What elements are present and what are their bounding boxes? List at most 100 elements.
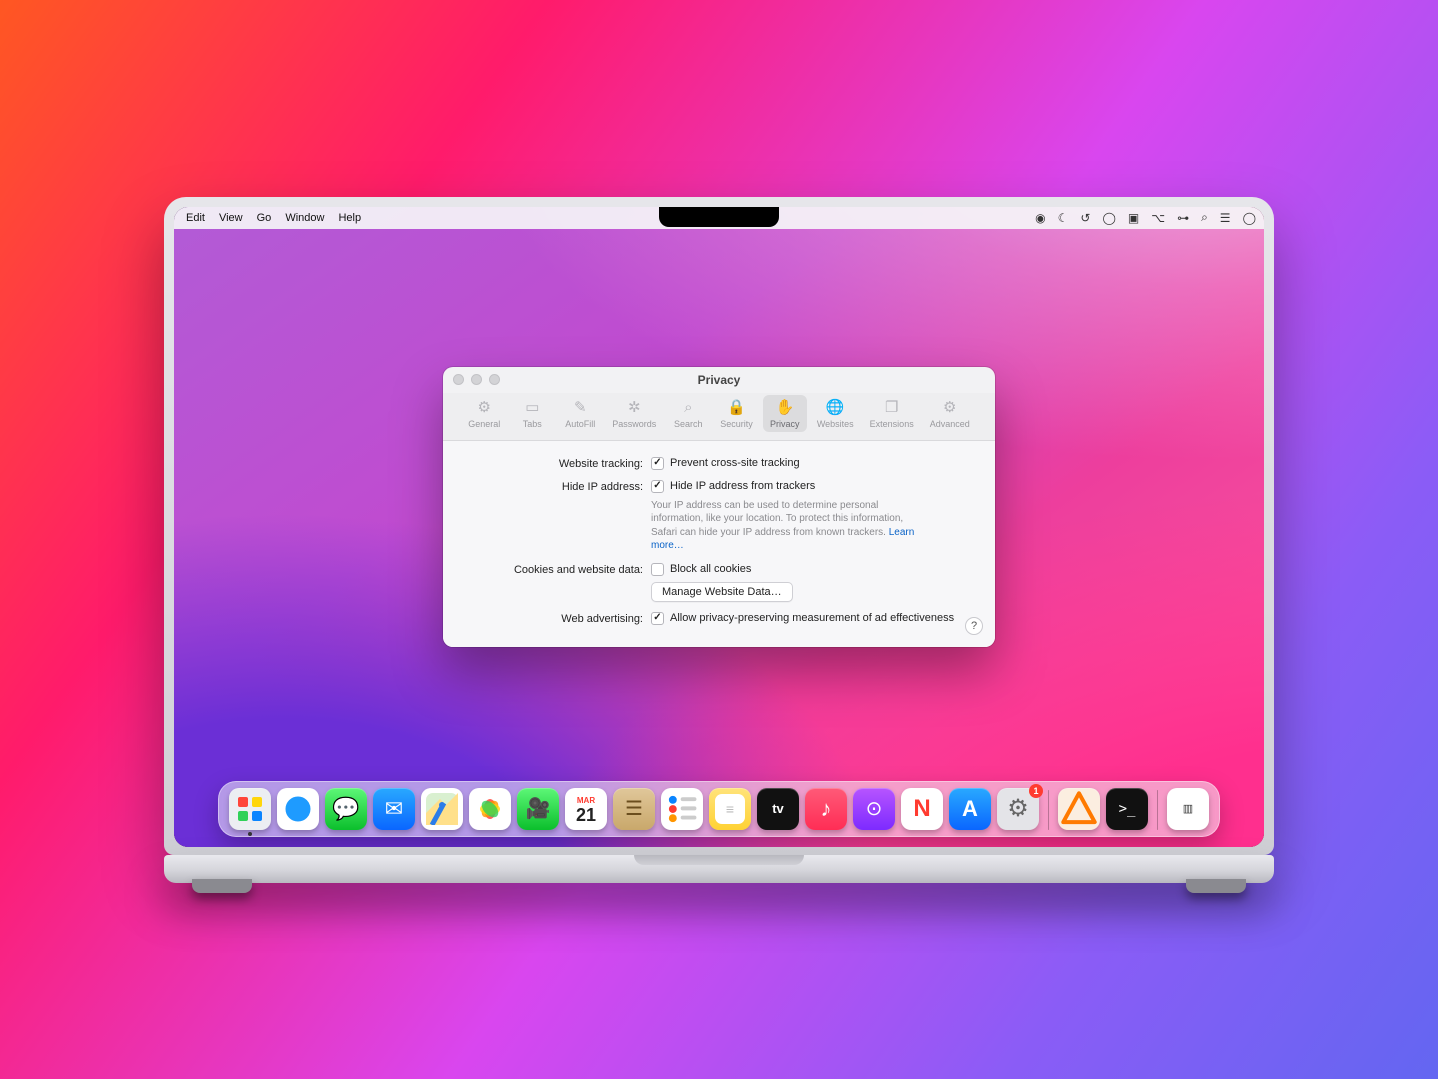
photos-icon — [474, 793, 506, 825]
dock-podcasts[interactable]: ⊙ — [853, 788, 895, 830]
checkbox-label-allow-ad-measurement: Allow privacy-preserving measurement of … — [670, 612, 954, 624]
dock-terminal[interactable]: >_ — [1106, 788, 1148, 830]
menu-help[interactable]: Help — [338, 212, 361, 224]
status-user-icon[interactable]: ◯ — [1102, 211, 1115, 225]
safari-preferences-window: Privacy ⚙ General ▭ Tabs ✎ AutoFill — [443, 367, 995, 647]
help-button[interactable]: ? — [965, 617, 983, 635]
dock-divider — [1048, 790, 1049, 830]
mail-icon: ✉︎ — [385, 796, 403, 822]
dock-launchpad[interactable] — [229, 788, 271, 830]
dock-contacts[interactable]: ☰ — [613, 788, 655, 830]
calendar-month-label: MAR — [577, 797, 595, 805]
reminders-icon — [661, 788, 703, 830]
dock-notes[interactable]: ≡ — [709, 788, 751, 830]
status-stage-icon[interactable]: ▣ — [1128, 211, 1139, 225]
dock-maps[interactable] — [421, 788, 463, 830]
manage-website-data-button[interactable]: Manage Website Data… — [651, 582, 793, 602]
hand-icon: ✋ — [775, 399, 794, 417]
news-icon: N — [913, 795, 930, 823]
status-wifi-icon[interactable]: ⊶ — [1177, 211, 1189, 225]
window-titlebar[interactable]: Privacy — [443, 367, 995, 393]
tab-advanced[interactable]: ⚙ Advanced — [924, 395, 976, 432]
notes-icon: ≡ — [715, 794, 745, 824]
tab-extensions[interactable]: ❐ Extensions — [864, 395, 920, 432]
checkbox-label-block-all-cookies: Block all cookies — [670, 563, 751, 575]
screen: Edit View Go Window Help ◉ ☾ ↺ ◯ ▣ ⌥ ⊶ ⌕… — [174, 207, 1264, 847]
dock-cleanmymac[interactable] — [1058, 788, 1100, 830]
display-notch — [659, 207, 779, 227]
tab-tabs[interactable]: ▭ Tabs — [510, 395, 554, 432]
puzzle-icon: ❐ — [885, 399, 898, 417]
calendar-day-label: 21 — [576, 806, 596, 824]
cleanmymac-icon — [1058, 788, 1100, 830]
tab-search[interactable]: ⌕ Search — [666, 395, 710, 432]
status-record-icon[interactable]: ◉ — [1035, 211, 1045, 225]
label-website-tracking: Website tracking: — [461, 457, 651, 470]
checkbox-prevent-cross-site-tracking[interactable] — [651, 457, 664, 470]
preferences-content: Website tracking: Prevent cross-site tra… — [443, 441, 995, 647]
status-control-icon[interactable]: ⌥ — [1151, 211, 1165, 225]
status-siri-icon[interactable]: ◯ — [1243, 211, 1256, 225]
status-search-icon[interactable]: ⌕ — [1201, 210, 1208, 225]
label-web-advertising: Web advertising: — [461, 612, 651, 625]
dock-divider-2 — [1157, 790, 1158, 830]
status-timemachine-icon[interactable]: ↺ — [1080, 211, 1090, 225]
status-dnd-icon[interactable]: ☾ — [1058, 211, 1069, 225]
contacts-icon: ☰ — [625, 796, 643, 821]
search-icon: ⌕ — [684, 399, 692, 417]
laptop-foot-right — [1186, 879, 1246, 893]
settings-badge: 1 — [1029, 784, 1043, 798]
globe-icon: 🌐 — [826, 399, 845, 417]
laptop-mockup: Edit View Go Window Help ◉ ☾ ↺ ◯ ▣ ⌥ ⊶ ⌕… — [164, 197, 1274, 883]
menu-edit[interactable]: Edit — [186, 212, 205, 224]
maps-icon — [426, 793, 458, 825]
label-cookies: Cookies and website data: — [461, 563, 651, 576]
tab-passwords[interactable]: ✲ Passwords — [606, 395, 662, 432]
dock-facetime[interactable]: 🎥 — [517, 788, 559, 830]
dock-container: 💬 ✉︎ — [174, 781, 1264, 837]
row-cookies: Cookies and website data: Block all cook… — [461, 563, 977, 602]
menu-go[interactable]: Go — [257, 212, 272, 224]
dock-music[interactable]: ♪ — [805, 788, 847, 830]
dock-news[interactable]: N — [901, 788, 943, 830]
dock: 💬 ✉︎ — [218, 781, 1220, 837]
dock-mail[interactable]: ✉︎ — [373, 788, 415, 830]
laptop-base — [164, 855, 1274, 883]
checkbox-label-hide-ip-from-trackers: Hide IP address from trackers — [670, 480, 815, 492]
label-hide-ip: Hide IP address: — [461, 480, 651, 493]
checkbox-hide-ip-from-trackers[interactable] — [651, 480, 664, 493]
tab-websites[interactable]: 🌐 Websites — [811, 395, 860, 432]
tab-general[interactable]: ⚙ General — [462, 395, 506, 432]
checkbox-allow-ad-measurement[interactable] — [651, 612, 664, 625]
menu-view[interactable]: View — [219, 212, 243, 224]
tab-privacy[interactable]: ✋ Privacy — [763, 395, 807, 432]
podcasts-icon: ⊙ — [866, 796, 883, 821]
dock-tv[interactable]: tv — [757, 788, 799, 830]
tab-autofill[interactable]: ✎ AutoFill — [558, 395, 602, 432]
launchpad-icon — [234, 793, 266, 825]
key-icon: ✲ — [628, 399, 641, 417]
dock-safari[interactable] — [277, 788, 319, 830]
dock-appstore[interactable]: A — [949, 788, 991, 830]
dock-minimized-window[interactable]: ▥ — [1167, 788, 1209, 830]
dock-photos[interactable] — [469, 788, 511, 830]
dock-reminders[interactable] — [661, 788, 703, 830]
tab-security[interactable]: 🔒 Security — [714, 395, 759, 432]
music-icon: ♪ — [821, 796, 832, 822]
minimized-window-icon: ▥ — [1183, 802, 1193, 815]
menu-window[interactable]: Window — [285, 212, 324, 224]
terminal-icon: >_ — [1119, 801, 1136, 817]
laptop-foot-left — [192, 879, 252, 893]
row-website-tracking: Website tracking: Prevent cross-site tra… — [461, 457, 977, 470]
dock-system-preferences[interactable]: ⚙ 1 — [997, 788, 1039, 830]
appstore-icon: A — [962, 796, 978, 822]
dock-calendar[interactable]: MAR 21 — [565, 788, 607, 830]
status-controlcenter-icon[interactable]: ☰ — [1220, 211, 1231, 225]
gear-icon: ⚙ — [1007, 794, 1029, 823]
running-indicator — [248, 832, 252, 836]
checkbox-block-all-cookies[interactable] — [651, 563, 664, 576]
safari-icon — [282, 793, 314, 825]
tabs-icon: ▭ — [525, 399, 539, 417]
dock-messages[interactable]: 💬 — [325, 788, 367, 830]
pencil-icon: ✎ — [574, 399, 587, 417]
